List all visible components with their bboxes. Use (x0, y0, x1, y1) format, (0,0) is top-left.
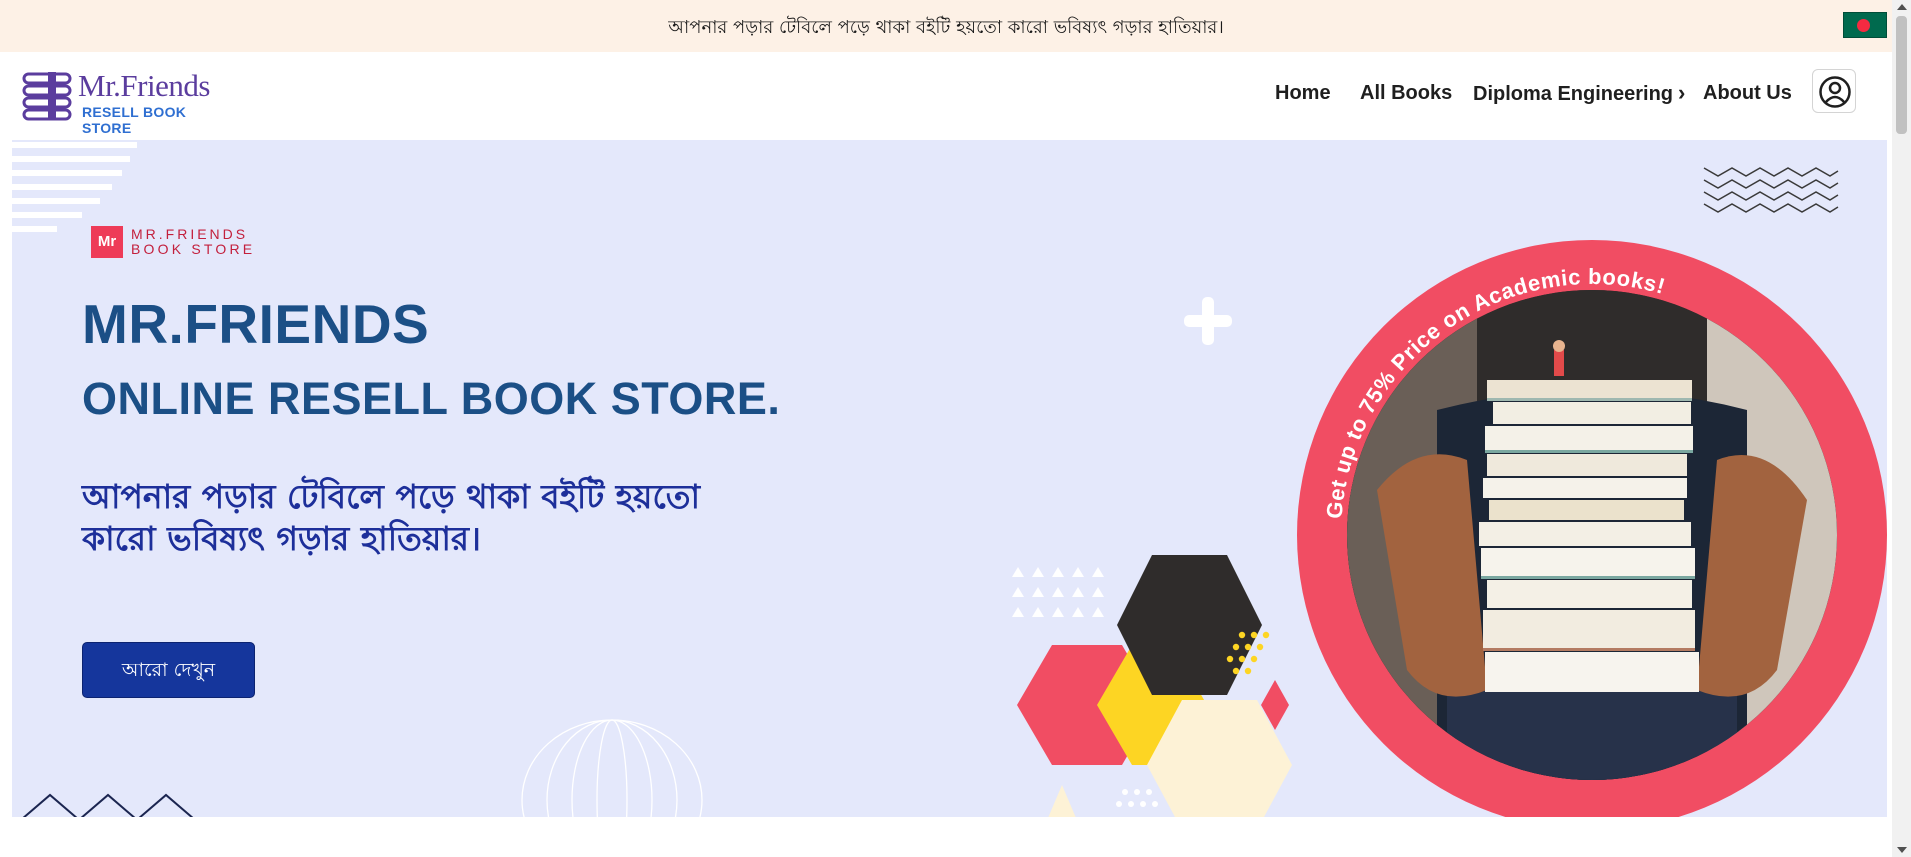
site-header: Mr.Friends RESELL BOOK STORE Home All Bo… (0, 52, 1892, 140)
decorative-wire-sphere (521, 719, 703, 817)
decorative-hexagons (1017, 555, 1292, 817)
nav-all-books[interactable]: All Books (1360, 82, 1452, 105)
hero-brand-line2: BOOK STORE (131, 241, 256, 257)
scroll-down-arrow[interactable] (1897, 847, 1907, 853)
hero-subtitle: ONLINE RESELL BOOK STORE. (82, 373, 781, 424)
bangladesh-flag-icon[interactable] (1843, 12, 1887, 38)
hero-brand-logo: Mr MR.FRIENDS BOOK STORE (91, 226, 271, 258)
nav-home[interactable]: Home (1275, 82, 1331, 105)
see-more-button[interactable]: আরো দেখুন (82, 642, 255, 698)
promo-text-arc: Get up to 75% Price on Academic books! (1321, 264, 1668, 520)
hero-title: MR.FRIENDS (82, 293, 430, 355)
hero-brand-mark: Mr (91, 226, 123, 258)
nav-diploma-label: Diploma Engineering (1473, 83, 1674, 105)
hero-bangla-tagline: আপনার পড়ার টেবিলে পড়ে থাকা বইটি হয়তো … (82, 477, 701, 558)
site-logo[interactable]: Mr.Friends RESELL BOOK STORE (22, 68, 232, 136)
user-account-button[interactable] (1812, 69, 1856, 113)
nav-about-us[interactable]: About Us (1703, 82, 1792, 105)
logo-name: Mr.Friends (78, 68, 210, 103)
svg-text:Get up to 75% Price on Academi: Get up to 75% Price on Academic books! (1321, 264, 1668, 520)
nav-diploma-engineering[interactable]: Diploma Engineering › (1473, 80, 1685, 106)
chevron-right-icon: › (1678, 80, 1686, 105)
decorative-triangles (22, 793, 194, 817)
decorative-zigzag (1703, 167, 1839, 213)
logo-tagline: RESELL BOOK STORE (82, 104, 187, 136)
promo-text: Get up to 75% Price on Academic books! (1321, 264, 1667, 520)
hero-banner: Mr MR.FRIENDS BOOK STORE MR.FRIENDS ONLI… (12, 140, 1887, 817)
decorative-plus (1184, 297, 1232, 345)
user-circle-icon (1819, 76, 1851, 108)
page-scrollbar[interactable] (1892, 0, 1911, 857)
hero-brand-line1: MR.FRIENDS (131, 226, 249, 242)
scrollbar-thumb[interactable] (1896, 16, 1907, 134)
announcement-text: আপনার পড়ার টেবিলে পড়ে থাকা বইটি হয়তো … (668, 17, 1224, 38)
books-stack-icon (22, 72, 72, 121)
announcement-bar: আপনার পড়ার টেবিলে পড়ে থাকা বইটি হয়তো … (0, 0, 1892, 52)
scroll-up-arrow[interactable] (1897, 4, 1907, 10)
